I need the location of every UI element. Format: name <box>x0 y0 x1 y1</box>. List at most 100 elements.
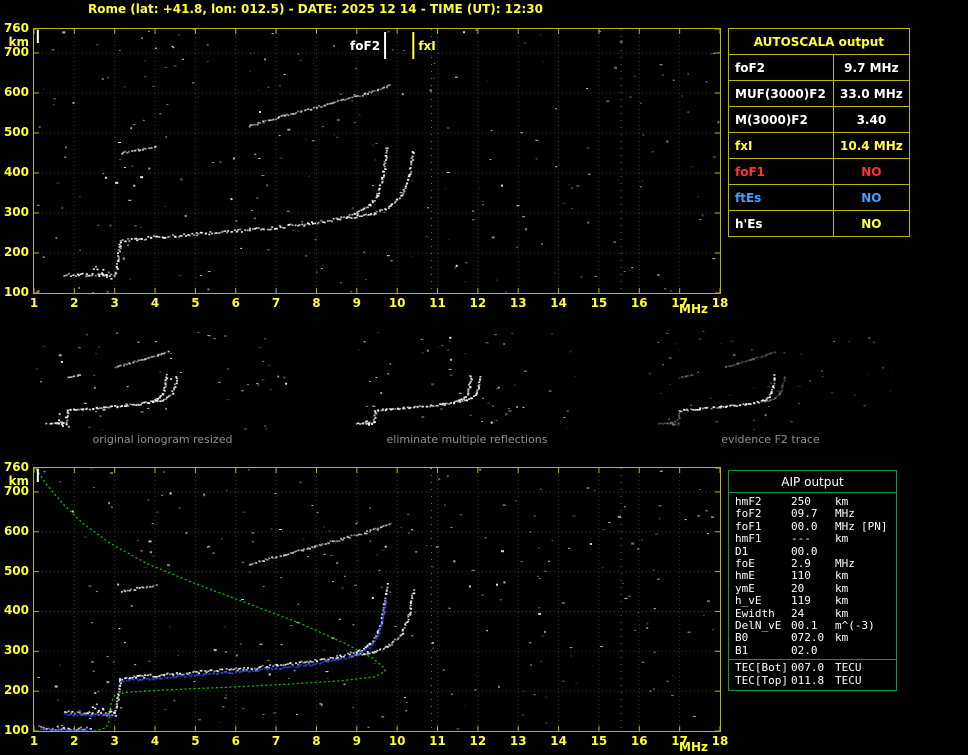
autoscala-param-value: 10.4 MHz <box>833 132 910 159</box>
trace-autoscala-F-trace <box>119 600 387 683</box>
y-tick-label: 300 <box>3 205 29 219</box>
aip-cell-l: TEC[Top] <box>735 673 788 687</box>
aip-cell-l: hmE <box>735 569 755 583</box>
noise-layer <box>648 330 893 430</box>
x-tick-label: 12 <box>469 296 487 310</box>
y-axis-unit: km <box>8 35 29 49</box>
thumbnail-canvas-3 <box>648 330 893 430</box>
thumbnail-no-multiples <box>344 330 590 430</box>
x-tick-label: 5 <box>191 296 200 310</box>
thumbnail-canvas-2 <box>355 332 577 429</box>
thumbnail-f2-evidence <box>648 330 893 430</box>
trace-multiple-2F-low <box>120 584 158 593</box>
aip-cell-u: km <box>835 532 849 546</box>
autoscala-param-value: NO <box>833 184 910 211</box>
autoscala-row-M(3000)F2: M(3000)F2 3.40 <box>728 106 910 133</box>
x-tick-label: 1 <box>29 296 39 310</box>
x-axis-unit: MHz <box>679 740 708 754</box>
trace-multiple-2F <box>248 522 392 566</box>
x-tick-label: 8 <box>312 296 321 310</box>
y-tick-label: 400 <box>3 165 29 179</box>
aip-cell-u: km <box>835 594 849 608</box>
trace-E-F-retardation <box>64 410 70 424</box>
y-tick-label: 200 <box>3 683 29 698</box>
grid-layer <box>34 29 720 293</box>
trace-multiple-2F <box>248 84 391 128</box>
trace-F-ordinary <box>66 373 169 411</box>
x-tick-label: 13 <box>509 734 527 748</box>
trace-F-ordinary <box>679 374 776 413</box>
aip-cell-u: TECU <box>835 673 862 687</box>
x-tick-label: 3 <box>110 734 119 748</box>
noise-layer <box>37 468 714 730</box>
x-tick-label: 1 <box>29 734 39 748</box>
trace-F-extraordinary <box>760 376 786 404</box>
trace-multiple-2F-low <box>67 374 82 379</box>
y-tick-label: 760 <box>3 460 29 474</box>
y-tick-label: 760 <box>3 21 29 35</box>
aip-cell-v: 02.0 <box>791 643 818 657</box>
main-ionogram-canvas: foF2 fxI <box>34 29 720 293</box>
aip-cell-v: 09.7 <box>791 507 818 521</box>
x-tick-label: 4 <box>150 734 160 748</box>
trace-F-ordinary <box>374 375 473 413</box>
y-tick-label: 200 <box>3 245 29 259</box>
y-tick-label: 100 <box>3 285 29 299</box>
aip-row-TEC[Top]: TEC[Top] 011.8 TECU <box>729 673 896 687</box>
x-tick-label: 8 <box>312 734 321 748</box>
aip-title: AIP output <box>729 471 896 493</box>
x-tick-label: 18 <box>711 734 729 748</box>
aip-cell-l: hmF1 <box>735 532 762 546</box>
main-ionogram-plot: foF2 fxI <box>33 28 721 294</box>
aip-cell-n: [PN] <box>861 519 888 533</box>
autoscala-table: AUTOSCALA output foF2 9.7 MHz MUF(3000)F2 3… <box>728 28 910 237</box>
y-tick-label: 500 <box>3 125 29 139</box>
aip-row-h_vE: h_vE 119 km <box>729 594 896 608</box>
y-axis-unit: km <box>8 474 29 488</box>
ionogram-analysis-window: Rome (lat: +41.8, lon: 012.5) - DATE: 20… <box>0 0 968 755</box>
aip-cell-v: 011.8 <box>791 673 825 687</box>
aip-table: AIP output hmF2 250 km foF2 09.7 MHz foF1 00.0 M… <box>728 470 897 692</box>
aip-cell-l: h_vE <box>735 594 762 608</box>
autoscala-param-label: foF1 <box>728 158 834 185</box>
aip-cell-l: TEC[Bot] <box>735 661 788 675</box>
aip-rows: hmF2 250 km foF2 09.7 MHz foF1 00.0 MHz [PN] hmF1-… <box>729 493 896 659</box>
x-tick-label: 7 <box>271 296 281 310</box>
trace-F-ordinary <box>119 147 389 243</box>
autoscala-param-label: fxI <box>728 132 834 159</box>
autoscala-row-fxI: fxI 10.4 MHz <box>728 132 910 159</box>
x-tick-label: 9 <box>352 296 361 310</box>
trace-E-layer <box>45 422 68 426</box>
x-tick-label: 5 <box>191 734 200 748</box>
aip-cell-u: MHz <box>835 507 855 521</box>
x-tick-label: 9 <box>352 734 361 748</box>
aip-cell-v: --- <box>791 532 811 546</box>
autoscala-param-value: 9.7 MHz <box>833 54 910 81</box>
x-tick-label: 6 <box>231 296 240 310</box>
x-tick-label: 11 <box>429 296 446 310</box>
trace-E-F-retardation <box>114 679 122 712</box>
autoscala-row-foF1: foF1 NO <box>728 158 910 185</box>
trace-F-ordinary <box>118 583 389 681</box>
y-tick-label: 600 <box>3 523 29 538</box>
aip-cell-u <box>835 645 861 657</box>
autoscala-param-value: 33.0 MHz <box>833 80 910 107</box>
trace-E-layer <box>63 272 117 278</box>
x-tick-label: 2 <box>70 296 79 310</box>
thumbnail-caption-2: eliminate multiple reflections <box>386 433 548 446</box>
aip-cell-l: B1 <box>735 643 749 657</box>
aip-row-hmE: hmE 110 km <box>729 569 896 583</box>
thumbnail-caption-3: evidence F2 trace <box>721 433 820 446</box>
autoscala-param-value: NO <box>833 210 910 237</box>
marker-label-foF2: foF2 <box>350 39 380 53</box>
y-tick-label: 100 <box>3 723 29 737</box>
aip-cell-v: 072.0 <box>791 631 825 645</box>
aip-tec-rows: TEC[Bot] 007.0 TECU TEC[Top] 011.8 TECU <box>729 659 896 690</box>
profile-ionogram-canvas <box>34 468 720 731</box>
x-axis-unit: MHz <box>679 302 708 316</box>
x-tick-label: 18 <box>711 296 729 310</box>
x-tick-label: 15 <box>590 296 608 310</box>
aip-row-hmF1: hmF1 --- km <box>729 532 896 546</box>
aip-cell-v: 007.0 <box>791 661 825 675</box>
autoscala-row-h'Es: h'Es NO <box>728 210 910 237</box>
